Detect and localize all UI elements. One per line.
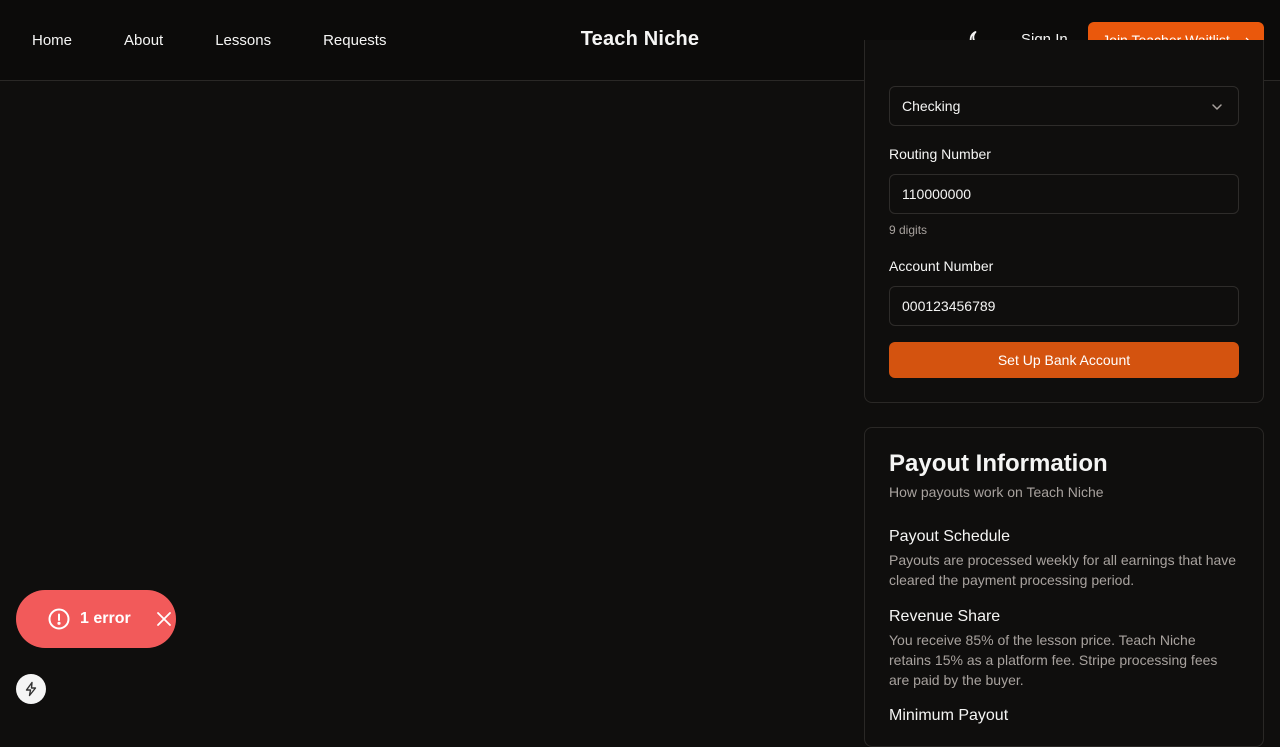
close-icon[interactable] (156, 611, 172, 627)
lightning-icon (25, 681, 37, 697)
nav-home[interactable]: Home (32, 32, 72, 49)
set-up-bank-account-button[interactable]: Set Up Bank Account (889, 342, 1239, 378)
payout-schedule-body: Payouts are processed weekly for all ear… (889, 552, 1237, 588)
nav-requests[interactable]: Requests (323, 32, 386, 49)
account-type-value: Checking (902, 98, 961, 114)
routing-number-value: 110000000 (902, 186, 972, 202)
routing-number-label: Routing Number (889, 146, 991, 162)
brand-logo[interactable]: Teach Niche (581, 28, 700, 50)
chevron-down-icon (1212, 104, 1222, 110)
account-number-label: Account Number (889, 258, 994, 274)
payout-schedule-heading: Payout Schedule (889, 528, 1010, 545)
dev-tools-button[interactable] (16, 674, 46, 704)
nav-lessons[interactable]: Lessons (215, 32, 271, 49)
minimum-payout-heading: Minimum Payout (889, 707, 1009, 724)
routing-number-input[interactable]: 110000000 (889, 174, 1239, 214)
error-indicator[interactable]: 1 error (16, 590, 176, 648)
revenue-share-body: You receive 85% of the lesson price. Tea… (889, 632, 1218, 688)
routing-number-hint: 9 digits (889, 223, 928, 237)
alert-circle-icon (48, 608, 70, 630)
payout-subtitle: How payouts work on Teach Niche (889, 484, 1104, 500)
payout-title: Payout Information (889, 450, 1108, 477)
revenue-share-heading: Revenue Share (889, 608, 1001, 625)
main-nav: Home About Lessons Requests (32, 0, 438, 80)
error-count: 1 error (80, 610, 131, 627)
account-type-select[interactable]: Checking (889, 86, 1239, 126)
account-number-input[interactable]: 000123456789 (889, 286, 1239, 326)
nav-about[interactable]: About (124, 32, 163, 49)
account-number-value: 000123456789 (902, 298, 996, 314)
